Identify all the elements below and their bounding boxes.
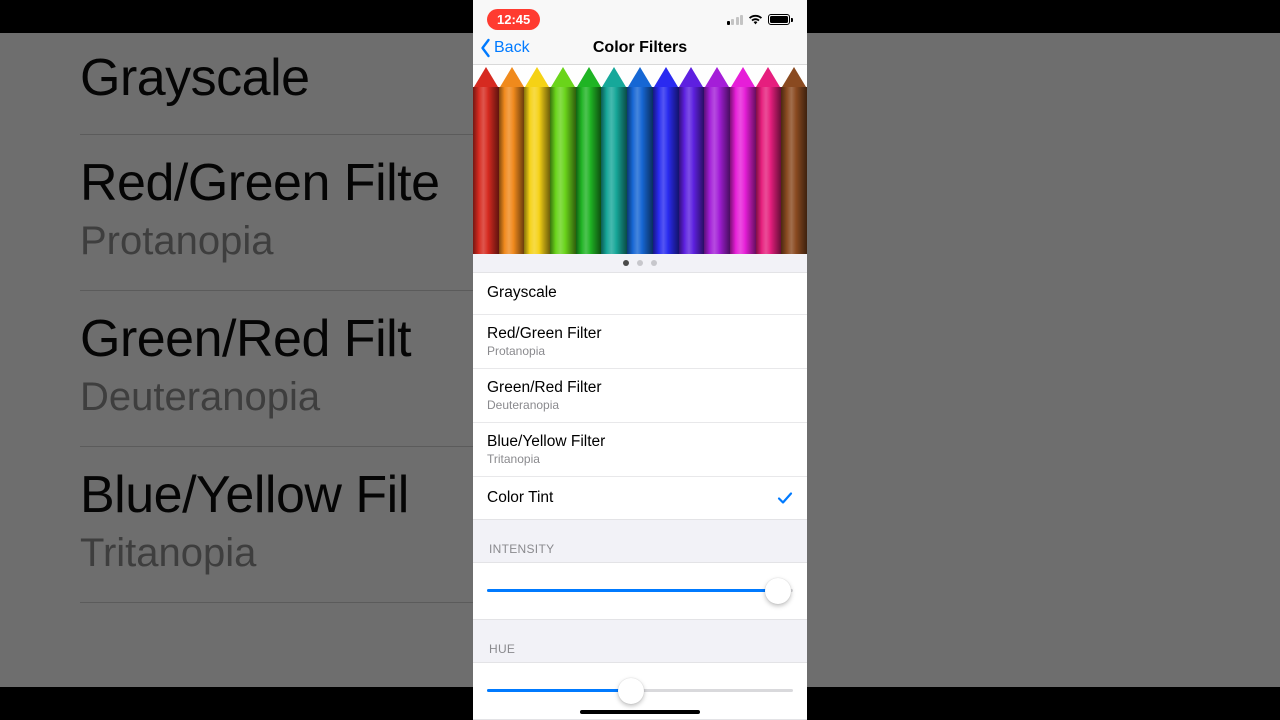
filter-option-grayscale[interactable]: Grayscale bbox=[473, 273, 807, 315]
pencil bbox=[627, 65, 653, 254]
intensity-slider[interactable] bbox=[487, 577, 793, 605]
pencil bbox=[730, 65, 756, 254]
recording-time-pill[interactable]: 12:45 bbox=[487, 9, 540, 30]
hue-header: Hue bbox=[473, 620, 807, 662]
back-button-label: Back bbox=[494, 39, 530, 57]
color-preview-pencils[interactable] bbox=[473, 65, 807, 254]
chevron-left-icon bbox=[479, 38, 492, 58]
pencil bbox=[524, 65, 550, 254]
pencil bbox=[653, 65, 679, 254]
filter-option-green-red-filter[interactable]: Green/Red FilterDeuteranopia bbox=[473, 369, 807, 423]
pencil bbox=[704, 65, 730, 254]
cellular-signal-icon bbox=[727, 15, 744, 25]
page-indicator[interactable] bbox=[473, 254, 807, 272]
pencil bbox=[756, 65, 782, 254]
filter-option-color-tint[interactable]: Color Tint bbox=[473, 477, 807, 519]
pencil bbox=[576, 65, 602, 254]
hue-slider[interactable] bbox=[487, 677, 793, 705]
page-dot[interactable] bbox=[651, 260, 657, 266]
pencil bbox=[679, 65, 705, 254]
option-label: Color Tint bbox=[487, 489, 553, 507]
home-indicator[interactable] bbox=[580, 710, 700, 715]
pencil bbox=[499, 65, 525, 254]
filter-option-red-green-filter[interactable]: Red/Green FilterProtanopia bbox=[473, 315, 807, 369]
wifi-icon bbox=[748, 14, 763, 25]
page-dot[interactable] bbox=[637, 260, 643, 266]
option-label: Blue/Yellow Filter bbox=[487, 433, 605, 451]
option-sublabel: Protanopia bbox=[487, 344, 602, 358]
option-sublabel: Tritanopia bbox=[487, 452, 605, 466]
option-label: Red/Green Filter bbox=[487, 325, 602, 343]
pencil bbox=[550, 65, 576, 254]
pencil bbox=[781, 65, 807, 254]
pencil bbox=[601, 65, 627, 254]
intensity-slider-row bbox=[473, 562, 807, 620]
option-label: Grayscale bbox=[487, 284, 557, 302]
intensity-header: Intensity bbox=[473, 520, 807, 562]
navigation-bar: Back Color Filters bbox=[473, 32, 807, 65]
hue-slider-thumb[interactable] bbox=[618, 678, 644, 704]
phone-frame: 12:45 Back Color Filters Grayscale Red/Gr… bbox=[473, 0, 807, 720]
filter-option-blue-yellow-filter[interactable]: Blue/Yellow FilterTritanopia bbox=[473, 423, 807, 477]
page-dot[interactable] bbox=[623, 260, 629, 266]
option-sublabel: Deuteranopia bbox=[487, 398, 602, 412]
back-button[interactable]: Back bbox=[473, 38, 530, 58]
option-label: Green/Red Filter bbox=[487, 379, 602, 397]
checkmark-icon bbox=[777, 490, 793, 506]
status-bar: 12:45 bbox=[473, 0, 807, 32]
filter-option-list: GrayscaleRed/Green FilterProtanopiaGreen… bbox=[473, 272, 807, 520]
pencil bbox=[473, 65, 499, 254]
battery-icon bbox=[768, 14, 793, 25]
intensity-slider-thumb[interactable] bbox=[765, 578, 791, 604]
